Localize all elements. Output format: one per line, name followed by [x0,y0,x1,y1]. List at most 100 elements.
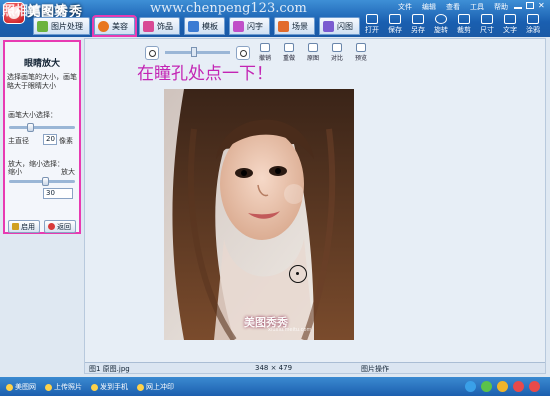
eye-enlarge-panel: 眼睛放大 选择画笔的大小，画笔略大于眼睛大小 画笔大小选择： 主直径 20 像素… [3,40,81,234]
redo-icon [284,43,294,52]
save-button[interactable]: 保存 [386,14,404,35]
doodle-label: 涂鸦 [526,26,540,34]
meitu-link[interactable]: 美图网 [6,382,36,392]
upload-icon [45,383,52,391]
resize-button[interactable]: 尺寸 [478,14,496,35]
scale-max-label: 放大 [61,168,75,176]
photo-canvas[interactable]: 美图秀秀 xiuxiu.meitu.com [164,89,354,340]
tab-templates[interactable]: 模板 [184,17,225,35]
zoom-slider[interactable] [165,47,230,57]
save-as-button[interactable]: 另存 [409,14,427,35]
upload-link[interactable]: 上传照片 [45,382,82,392]
maximize-icon[interactable] [526,2,534,9]
original-icon [308,43,318,52]
photo-watermark-sub: xiuxiu.meitu.com [268,327,312,333]
pencil-icon [12,223,19,230]
save-as-icon [412,14,424,24]
brush-size-input[interactable]: 20 [43,134,57,145]
send-phone-label: 发到手机 [100,383,128,391]
preview-label: 预览 [354,55,367,62]
open-button[interactable]: 打开 [363,14,381,35]
tab-label: 饰品 [157,21,173,31]
scale-thumb[interactable] [42,177,49,186]
zoom-fit-icon[interactable] [236,45,250,60]
feedback-icon[interactable] [513,381,524,392]
rotate-label: 旋转 [434,26,448,34]
tab-image-process[interactable]: 图片处理 [33,17,90,35]
window-controls: ✕ [514,2,546,10]
apply-label: 启用 [21,222,35,231]
skin-icon[interactable] [497,381,508,392]
zoom-thumb[interactable] [191,47,197,57]
open-label: 打开 [365,26,379,34]
rotate-button[interactable]: 旋转 [432,14,450,35]
meitu-label: 美图网 [15,383,36,391]
menu-edit[interactable]: 编辑 [422,2,436,12]
compare-label: 对比 [330,55,343,62]
preview-button[interactable]: 预览 [352,43,370,62]
tab-beauty[interactable]: 美容 [92,15,137,37]
flash-image-icon [323,20,334,32]
menu-file[interactable]: 文件 [398,2,412,12]
menu-view[interactable]: 查看 [446,2,460,12]
back-button[interactable]: 返回 [44,220,76,233]
redo-button[interactable]: 重做 [280,43,298,62]
send-phone-link[interactable]: 发到手机 [91,382,128,392]
brush-icon [527,14,539,24]
scale-min-label: 缩小 [8,168,22,176]
menu-tools[interactable]: 工具 [470,2,484,12]
beauty-icon [98,20,109,32]
text-button[interactable]: 文字 [501,14,519,35]
instruction-hint: 在瞳孔处点一下！ [137,64,273,84]
text-label: 文字 [503,26,517,34]
scale-slider[interactable] [9,177,75,186]
brush-size-label: 画笔大小选择： [8,111,57,119]
main-tabs: 图片处理 美容 饰品 模板 闪字 场景 闪图 [33,15,360,37]
brush-size-thumb[interactable] [27,123,34,132]
fire-icon[interactable] [529,381,540,392]
close-icon[interactable]: ✕ [538,2,546,10]
menu-help[interactable]: 帮助 [494,2,508,12]
original-label: 原图 [306,55,319,62]
back-label: 返回 [57,222,71,231]
crop-button[interactable]: 裁剪 [455,14,473,35]
folder-icon [366,14,378,24]
panel-title: 眼睛放大 [23,59,60,69]
scale-input[interactable]: 30 [43,188,73,199]
panel-description: 选择画笔的大小，画笔略大于眼睛大小 [7,73,77,90]
tab-accessories[interactable]: 饰品 [139,17,180,35]
save-as-label: 另存 [411,26,425,34]
info-icon[interactable] [465,381,476,392]
bottom-icons [465,381,540,392]
undo-icon [260,43,270,52]
phone-icon [91,383,98,391]
bottom-links: 美图网 上传照片 发到手机 网上冲印 [6,382,174,392]
templates-icon [188,20,199,32]
status-operation: 图片操作 [361,365,389,373]
doodle-button[interactable]: 涂鸦 [524,14,542,35]
zoom-out-icon[interactable] [145,45,159,60]
toolbar: 打开 保存 另存 旋转 裁剪 尺寸 文字 涂鸦 [363,14,542,35]
brush-cursor [289,265,307,283]
tab-label: 闪字 [247,21,263,31]
resize-label: 尺寸 [480,26,494,34]
update-icon[interactable] [481,381,492,392]
bottom-bar: 美图网 上传照片 发到手机 网上冲印 [0,377,550,396]
tab-flash-text[interactable]: 闪字 [229,17,270,35]
brush-size-slider[interactable] [9,123,75,132]
minimize-icon[interactable] [514,2,522,9]
tab-label: 图片处理 [51,21,83,31]
title-bar: 美图秀秀 照相馆网站 www.chenpeng123.com 文件 编辑 查看 … [0,0,550,37]
save-icon [389,14,401,24]
text-icon [504,14,516,24]
compare-icon [332,43,342,52]
resize-icon [481,14,493,24]
original-button[interactable]: 原图 [304,43,322,62]
print-label: 网上冲印 [146,383,174,391]
apply-button[interactable]: 启用 [8,220,40,233]
compare-button[interactable]: 对比 [328,43,346,62]
tab-flash-image[interactable]: 闪图 [319,17,360,35]
brush-unit-label: 像素 [59,137,73,145]
tab-scenes[interactable]: 场景 [274,17,315,35]
print-link[interactable]: 网上冲印 [137,382,174,392]
